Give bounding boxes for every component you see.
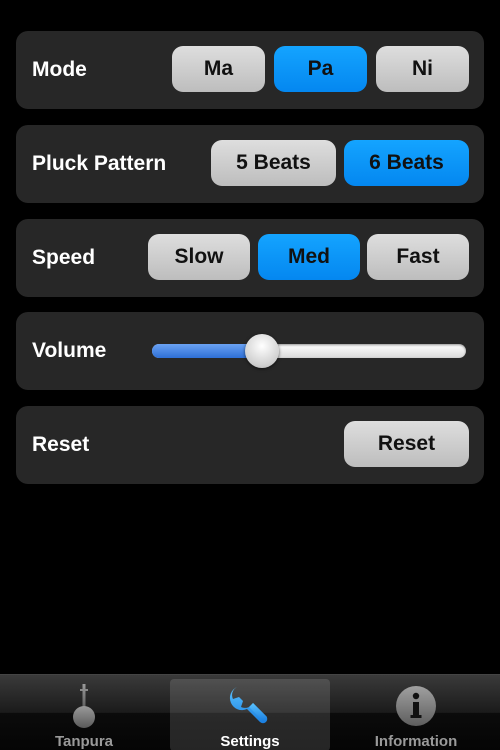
speed-slow-button[interactable]: Slow — [148, 234, 250, 280]
volume-panel: Volume — [16, 312, 484, 390]
speed-med-button[interactable]: Med — [258, 234, 360, 280]
tab-tanpura-label: Tanpura — [54, 733, 114, 750]
volume-slider-track[interactable] — [152, 344, 466, 358]
mode-panel: Mode Ma Pa Ni — [16, 31, 484, 109]
mode-ni-button[interactable]: Ni — [376, 46, 469, 92]
speed-panel: Speed Slow Med Fast — [16, 219, 484, 297]
wrench-icon — [229, 687, 268, 724]
mode-ma-button[interactable]: Ma — [172, 46, 265, 92]
mode-pa-button[interactable]: Pa — [274, 46, 367, 92]
info-icon — [396, 686, 436, 726]
tanpura-icon — [73, 684, 95, 728]
pluck-pattern-label: Pluck Pattern — [32, 152, 167, 175]
volume-slider-thumb[interactable] — [244, 334, 279, 368]
reset-panel: Reset Reset — [16, 406, 484, 484]
tab-tanpura[interactable]: Tanpura — [4, 679, 164, 750]
tab-information-label: Information — [374, 733, 458, 750]
mode-label: Mode — [32, 58, 87, 81]
tab-settings[interactable]: Settings — [170, 679, 330, 750]
speed-fast-button[interactable]: Fast — [367, 234, 469, 280]
speed-label: Speed — [32, 246, 96, 269]
volume-label: Volume — [32, 339, 107, 362]
pluck-pattern-panel: Pluck Pattern 5 Beats 6 Beats — [16, 125, 484, 203]
reset-label: Reset — [32, 433, 90, 456]
tab-settings-label: Settings — [220, 733, 280, 750]
reset-button[interactable]: Reset — [344, 421, 469, 467]
tab-information[interactable]: Information — [336, 679, 496, 750]
five-beats-button[interactable]: 5 Beats — [211, 140, 336, 186]
six-beats-button[interactable]: 6 Beats — [344, 140, 469, 186]
tab-bar: Tanpura Settings Information — [0, 674, 500, 750]
